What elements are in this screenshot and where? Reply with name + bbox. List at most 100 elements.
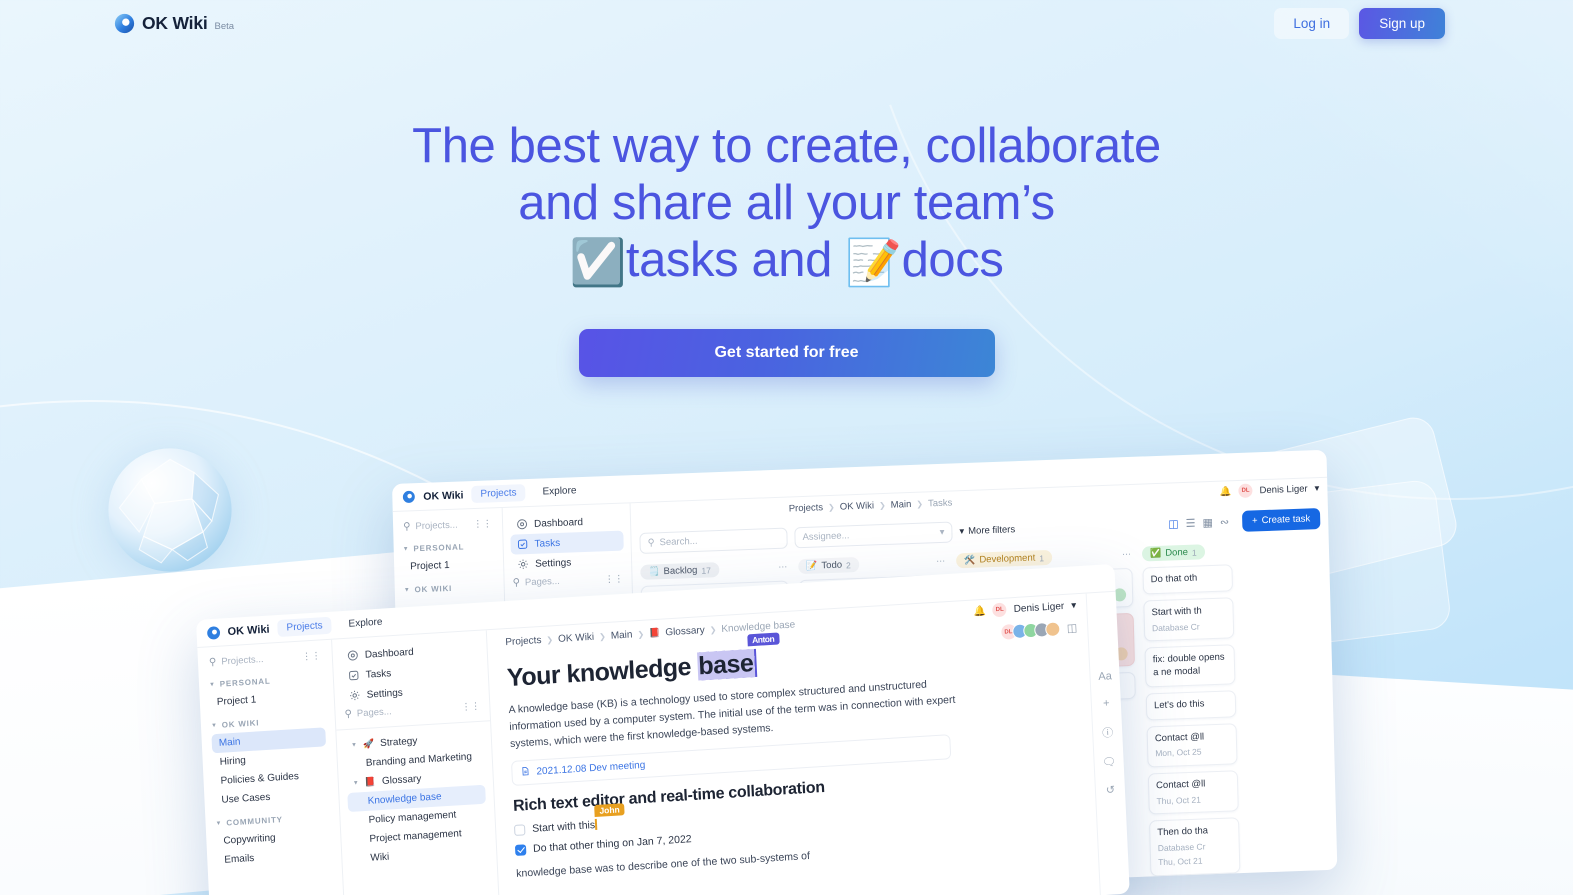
info-icon[interactable]: ⓘ	[1102, 724, 1114, 741]
tasks-icon	[516, 538, 528, 550]
get-started-button[interactable]: Get started for free	[578, 329, 995, 378]
view-switcher: ◫ ☰ ▦ ∾	[1168, 515, 1229, 530]
text-style-icon[interactable]: Aa	[1098, 670, 1112, 683]
search-input[interactable]: ⚲ Search...	[639, 527, 788, 554]
todo-emoji-icon: 📝	[806, 560, 818, 571]
back-user-menu[interactable]: 🔔 DL Denis Liger ▾	[1220, 481, 1320, 499]
hero-line-3: ☑️tasks and 📝docs	[0, 232, 1573, 289]
comment-icon[interactable]: 🗨	[1102, 755, 1117, 769]
memo-emoji-icon: 📝	[845, 237, 902, 289]
bell-icon[interactable]: 🔔	[1220, 486, 1232, 497]
filter-sliders-icon[interactable]: ⋮⋮	[473, 518, 492, 530]
chevron-right-icon: ❯	[546, 635, 554, 645]
more-filters-button[interactable]: ▾ More filters	[959, 524, 1015, 537]
history-icon[interactable]: ↺	[1106, 783, 1116, 797]
tasks-icon	[348, 669, 361, 682]
doc-title-selected-word: base Anton	[696, 632, 780, 681]
rocket-emoji-icon: 🚀	[362, 738, 375, 750]
board-view-icon[interactable]: ◫	[1168, 517, 1179, 530]
page-title: The best way to create, collaborate and …	[0, 118, 1573, 289]
hero-line-2: and share all your team’s	[518, 176, 1055, 231]
avatar: DL	[992, 602, 1008, 618]
sidebar-group-personal[interactable]: ▼ PERSONAL	[403, 541, 494, 553]
bell-icon[interactable]: 🔔	[973, 605, 986, 617]
hero-section: The best way to create, collaborate and …	[0, 118, 1573, 378]
column-menu-icon[interactable]: ⋯	[936, 556, 946, 567]
chevron-right-icon: ❯	[598, 632, 607, 642]
document-icon	[520, 766, 531, 780]
list-view-icon[interactable]: ☰	[1185, 517, 1195, 530]
header-actions: Log in Sign up	[1274, 7, 1445, 39]
kanban-card[interactable]: Let's do this	[1145, 689, 1237, 721]
plus-icon: +	[1251, 515, 1258, 527]
user-name: Denis Liger	[1259, 482, 1308, 496]
chevron-down-icon: ▼	[403, 586, 411, 594]
todo-label: Do that other thing on Jan 7, 2022	[532, 833, 692, 855]
projects-search-input[interactable]: ⚲ Projects... ⋮⋮	[402, 515, 493, 535]
sidebar-group-ok-wiki[interactable]: ▼ OK WIKI	[404, 582, 495, 594]
chevron-down-icon: ▾	[1314, 482, 1320, 494]
card-title: Let's do this	[1153, 698, 1205, 711]
tab-explore[interactable]: Explore	[339, 613, 392, 633]
chevron-down-icon: ▼	[352, 779, 359, 787]
projects-search-input[interactable]: ⚲ Projects... ⋮⋮	[208, 647, 323, 671]
kanban-card[interactable]: Then do tha Database Cr Thu, Oct 21	[1149, 817, 1241, 877]
filter-sliders-icon[interactable]: ⋮⋮	[604, 574, 623, 586]
kanban-card[interactable]: fix: double opens a ne modal	[1144, 644, 1236, 688]
assignee-select[interactable]: Assignee... ▾	[794, 521, 953, 549]
checkbox-unchecked[interactable]	[513, 823, 526, 836]
chevron-down-icon: ▾	[939, 526, 945, 538]
card-title: Start with th	[1151, 605, 1202, 619]
tab-explore[interactable]: Explore	[533, 482, 585, 501]
add-block-icon[interactable]: +	[1103, 697, 1110, 709]
filter-sliders-icon[interactable]: ⋮⋮	[302, 650, 321, 662]
search-icon: ⚲	[344, 708, 353, 721]
front-window-brand: OK Wiki	[227, 623, 270, 638]
kanban-column-header: 🗒️ Backlog 17 ⋯	[640, 560, 788, 580]
checkbox-checked[interactable]	[514, 843, 527, 856]
chevron-down-icon: ▼	[215, 820, 223, 827]
signup-button[interactable]: Sign up	[1359, 7, 1445, 39]
sidebar-item-project-1[interactable]: Project 1	[209, 686, 324, 712]
search-icon: ⚲	[402, 521, 411, 533]
pages-search-input[interactable]: ⚲ Pages... ⋮⋮	[511, 571, 624, 592]
create-task-button[interactable]: + Create task	[1241, 508, 1321, 532]
chevron-down-icon: ▼	[402, 545, 410, 553]
kanban-card[interactable]: Contact @ll Mon, Oct 25	[1146, 722, 1238, 768]
tab-projects[interactable]: Projects	[471, 484, 526, 504]
filter-sliders-icon[interactable]: ⋮⋮	[461, 701, 480, 713]
avatar[interactable]	[1044, 621, 1061, 638]
chevron-down-icon: ▼	[350, 741, 358, 749]
table-view-icon[interactable]: ▦	[1202, 516, 1213, 529]
doc-title-plain: Your knowledge	[506, 652, 699, 693]
column-count: 17	[701, 564, 711, 576]
book-emoji-icon: 📕	[364, 776, 377, 787]
ok-wiki-logo-icon	[206, 626, 221, 640]
backlog-emoji-icon: 🗒️	[648, 566, 660, 577]
chevron-down-icon: ▾	[1070, 599, 1077, 612]
kanban-card[interactable]: Do that oth	[1142, 564, 1234, 595]
brand-logo-group[interactable]: OK Wiki Beta	[114, 13, 234, 34]
column-menu-icon[interactable]: ⋯	[778, 562, 788, 573]
sidebar-item-project-1[interactable]: Project 1	[403, 554, 494, 576]
chevron-down-icon: ▼	[210, 722, 218, 729]
kanban-card[interactable]: Contact @ll Thu, Oct 21	[1147, 770, 1239, 815]
card-title: fix: double opens a ne modal	[1152, 651, 1225, 679]
dashboard-icon	[347, 649, 360, 662]
gear-icon	[348, 689, 361, 702]
timeline-view-icon[interactable]: ∾	[1220, 515, 1230, 528]
site-header: OK Wiki Beta Log in Sign up	[0, 0, 1573, 46]
panel-toggle-icon[interactable]: ◫	[1067, 621, 1078, 635]
card-subtitle: Database Cr	[1157, 841, 1206, 854]
brand-beta-badge: Beta	[214, 20, 235, 32]
hero-word-tasks: tasks and	[625, 233, 833, 288]
back-window-brand: OK Wiki	[423, 488, 464, 503]
development-emoji-icon: 🛠️	[964, 554, 976, 566]
chevron-down-icon: ▼	[208, 681, 216, 688]
tab-projects[interactable]: Projects	[277, 616, 332, 638]
dashboard-icon	[516, 518, 528, 530]
kanban-card[interactable]: Start with th Database Cr	[1143, 597, 1235, 642]
login-button[interactable]: Log in	[1274, 7, 1350, 39]
chevron-right-icon: ❯	[916, 499, 924, 509]
column-menu-icon[interactable]: ⋯	[1122, 549, 1132, 560]
